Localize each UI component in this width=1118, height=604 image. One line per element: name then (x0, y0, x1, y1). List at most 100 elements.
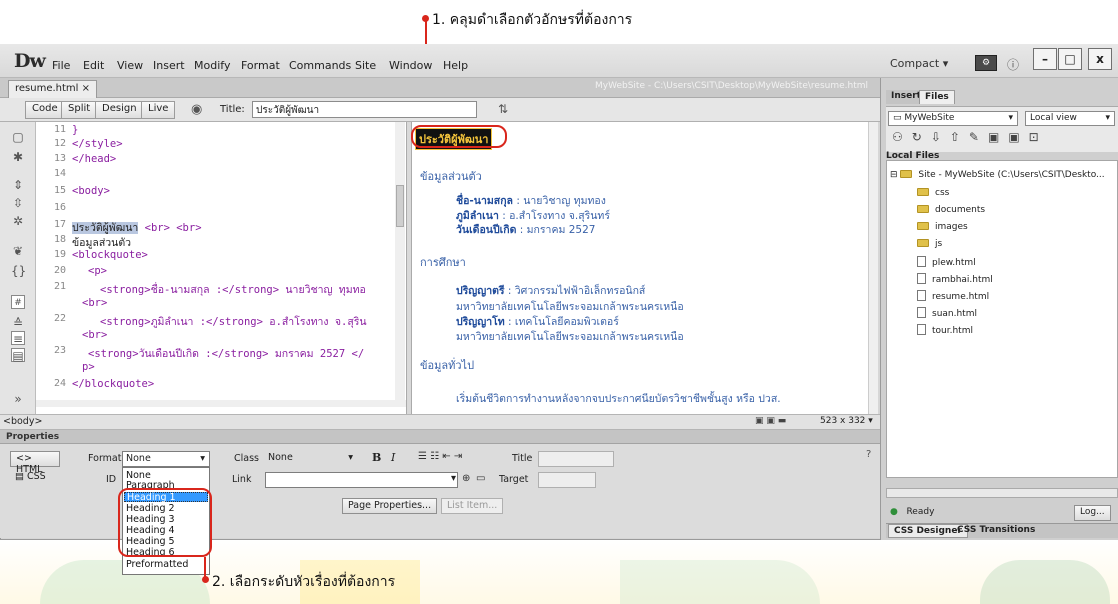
code-scrollbar[interactable] (395, 122, 405, 407)
target-select[interactable] (538, 472, 596, 488)
folder-css[interactable]: css (917, 188, 949, 198)
balance-braces-icon[interactable]: {} (11, 264, 26, 278)
close-icon[interactable]: × (82, 83, 90, 94)
menu-file[interactable]: File (52, 59, 70, 72)
class-select[interactable]: None ▾ (265, 451, 357, 467)
menu-insert[interactable]: Insert (153, 59, 185, 72)
design-view[interactable]: ข้อมูลส่วนตัว ชื่อ-นามสกุล : นายวิชาญ ทุ… (412, 122, 878, 414)
line-number: 14 (53, 168, 66, 179)
device-icons[interactable]: ▣ ▣ ▬ (755, 416, 786, 426)
collapse-icon[interactable]: ⇕ (11, 178, 25, 192)
globe-icon[interactable]: ◉ (191, 102, 202, 117)
folder-js[interactable]: js (917, 239, 942, 249)
menu-format[interactable]: Format (241, 59, 280, 72)
expand-all-icon[interactable]: ✲ (11, 214, 25, 228)
workspace-switcher[interactable]: Compact ▾ (890, 57, 948, 70)
italic-button[interactable]: I (391, 451, 395, 464)
comment-icon[interactable]: ≡ (11, 331, 25, 346)
chevron-down-icon[interactable]: ▾ (451, 473, 456, 484)
menu-view[interactable]: View (117, 59, 143, 72)
menu-commands[interactable]: Commands (289, 59, 351, 72)
menu-modify[interactable]: Modify (194, 59, 230, 72)
check-page-icon[interactable]: ⇅ (498, 102, 508, 116)
css-icon: ▤ (15, 471, 24, 482)
menu-window[interactable]: Window (389, 59, 432, 72)
format-select[interactable]: None ▾ (122, 451, 210, 467)
split-view-button[interactable]: Split (61, 101, 98, 119)
help-icon[interactable]: ? (866, 449, 871, 460)
file-suan[interactable]: suan.html (917, 307, 977, 319)
window-size[interactable]: 523 x 332 ▾ (820, 416, 873, 426)
file-tour[interactable]: tour.html (917, 324, 973, 336)
star-icon[interactable]: ✱ (11, 150, 25, 164)
close-button[interactable]: x (1088, 48, 1112, 70)
tab-files[interactable]: Files (919, 90, 955, 104)
title-input[interactable]: ประวัติผู้พัฒนา (252, 101, 477, 118)
file-rambhai[interactable]: rambhai.html (917, 273, 993, 285)
code-line[interactable]: </head> (72, 153, 116, 165)
site-select[interactable]: ▭ MyWebSite ▾ (888, 111, 1018, 126)
link-input[interactable] (265, 472, 458, 488)
page-properties-button[interactable]: Page Properties... (342, 498, 438, 514)
code-line[interactable]: p> (82, 361, 95, 373)
code-line[interactable]: <p> (88, 265, 107, 277)
select-parent-icon[interactable]: ❦ (11, 244, 25, 258)
tab-css-transitions[interactable]: CSS Transitions (952, 524, 1040, 538)
design-scrollbar[interactable] (868, 122, 878, 414)
menu-site[interactable]: Site (355, 59, 376, 72)
menu-help[interactable]: Help (443, 59, 468, 72)
tree-root[interactable]: ⊟ Site - MyWebSite (C:\Users\CSIT\Deskto… (890, 170, 1105, 180)
files-horizontal-scrollbar[interactable] (886, 488, 1118, 498)
log-button[interactable]: Log... (1074, 505, 1111, 521)
html-button[interactable]: <> HTML (10, 451, 60, 475)
code-scroll-thumb[interactable] (396, 185, 404, 227)
live-view-button[interactable]: Live (141, 101, 176, 119)
document-tab[interactable]: resume.html × (8, 80, 98, 98)
folder-images[interactable]: images (917, 222, 968, 232)
code-line[interactable]: } (72, 124, 78, 136)
highlight-icon[interactable]: ≙ (11, 316, 25, 330)
file-resume[interactable]: resume.html (917, 290, 989, 302)
folder-label: documents (935, 205, 986, 215)
snippet-icon[interactable]: ▤ (11, 348, 25, 363)
list-buttons[interactable]: ☰ ☷ ⇤ ⇥ (418, 451, 462, 462)
code-line[interactable]: </style> (72, 138, 123, 150)
folder-icon[interactable]: ▭ (476, 473, 485, 484)
code-view-button[interactable]: Code (25, 101, 65, 119)
minimize-button[interactable]: – (1033, 48, 1057, 70)
sync-icon[interactable]: ⚙ (975, 55, 997, 71)
line-numbers-icon[interactable]: # (11, 295, 25, 309)
more-icon[interactable]: » (11, 392, 25, 406)
folder-icon (917, 205, 929, 213)
collapse-selection-icon[interactable]: ⇳ (11, 196, 25, 210)
option-preformatted[interactable]: Preformatted (126, 560, 188, 570)
code-line[interactable]: <strong>วันเดือนปีเกิด :</strong> มกราคม… (88, 345, 364, 362)
open-documents-icon[interactable]: ▢ (11, 130, 25, 144)
code-line[interactable]: <strong>ภูมิลำเนา :</strong> อ.สำโรงทาง … (100, 313, 367, 330)
design-view-button[interactable]: Design (95, 101, 144, 119)
files-toolbar-icons[interactable]: ⚇↻⇩⇧✎▣▣⊡ (892, 130, 1048, 144)
file-plew[interactable]: plew.html (917, 256, 976, 268)
files-tree[interactable]: ⊟ Site - MyWebSite (C:\Users\CSIT\Deskto… (886, 160, 1118, 478)
css-button[interactable]: ▤ CSS (10, 470, 60, 486)
css-button-label: CSS (27, 471, 46, 482)
point-to-file-icon[interactable]: ⊕ (462, 473, 470, 484)
code-view[interactable]: 11 } 12 </style> 13 </head> 14 15 <body>… (36, 122, 406, 414)
bold-button[interactable]: B (372, 451, 381, 464)
code-line[interactable]: </blockquote> (72, 378, 154, 390)
menu-edit[interactable]: Edit (83, 59, 104, 72)
code-line[interactable]: <br> (82, 329, 107, 341)
selected-text: ประวัติผู้พัฒนา (72, 222, 139, 234)
code-line[interactable]: <br> (82, 297, 107, 309)
title-prop-input[interactable] (538, 451, 614, 467)
code-horizontal-scrollbar[interactable] (36, 400, 406, 407)
code-line[interactable]: <blockquote> (72, 249, 148, 261)
file-icon (917, 256, 926, 267)
maximize-button[interactable]: □ (1058, 48, 1082, 70)
folder-documents[interactable]: documents (917, 205, 985, 215)
view-select[interactable]: Local view ▾ (1025, 111, 1115, 126)
code-line[interactable]: <body> (72, 185, 110, 197)
tag-selector[interactable]: <body> (3, 416, 42, 427)
code-line[interactable]: <strong>ชื่อ-นามสกุล :</strong> นายวิชาญ… (100, 281, 366, 298)
info-icon[interactable]: ⓘ (1007, 56, 1019, 73)
